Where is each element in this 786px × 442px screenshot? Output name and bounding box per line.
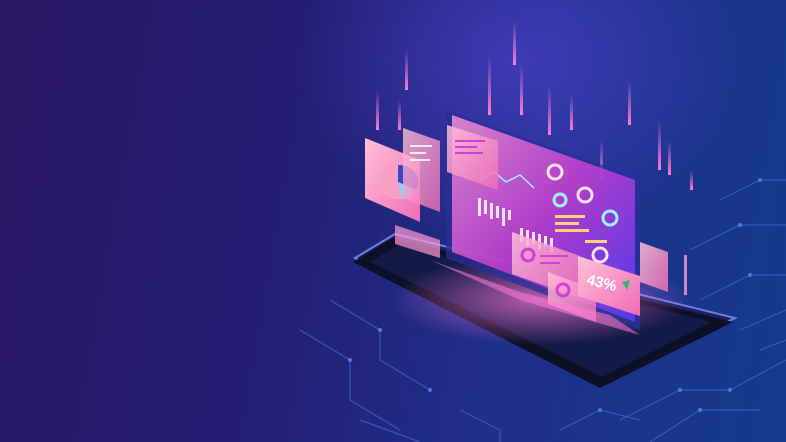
scene-svg: 43% [299, 20, 786, 442]
hero-illustration: 43% [0, 0, 786, 442]
panel-left-secondary [403, 128, 440, 212]
